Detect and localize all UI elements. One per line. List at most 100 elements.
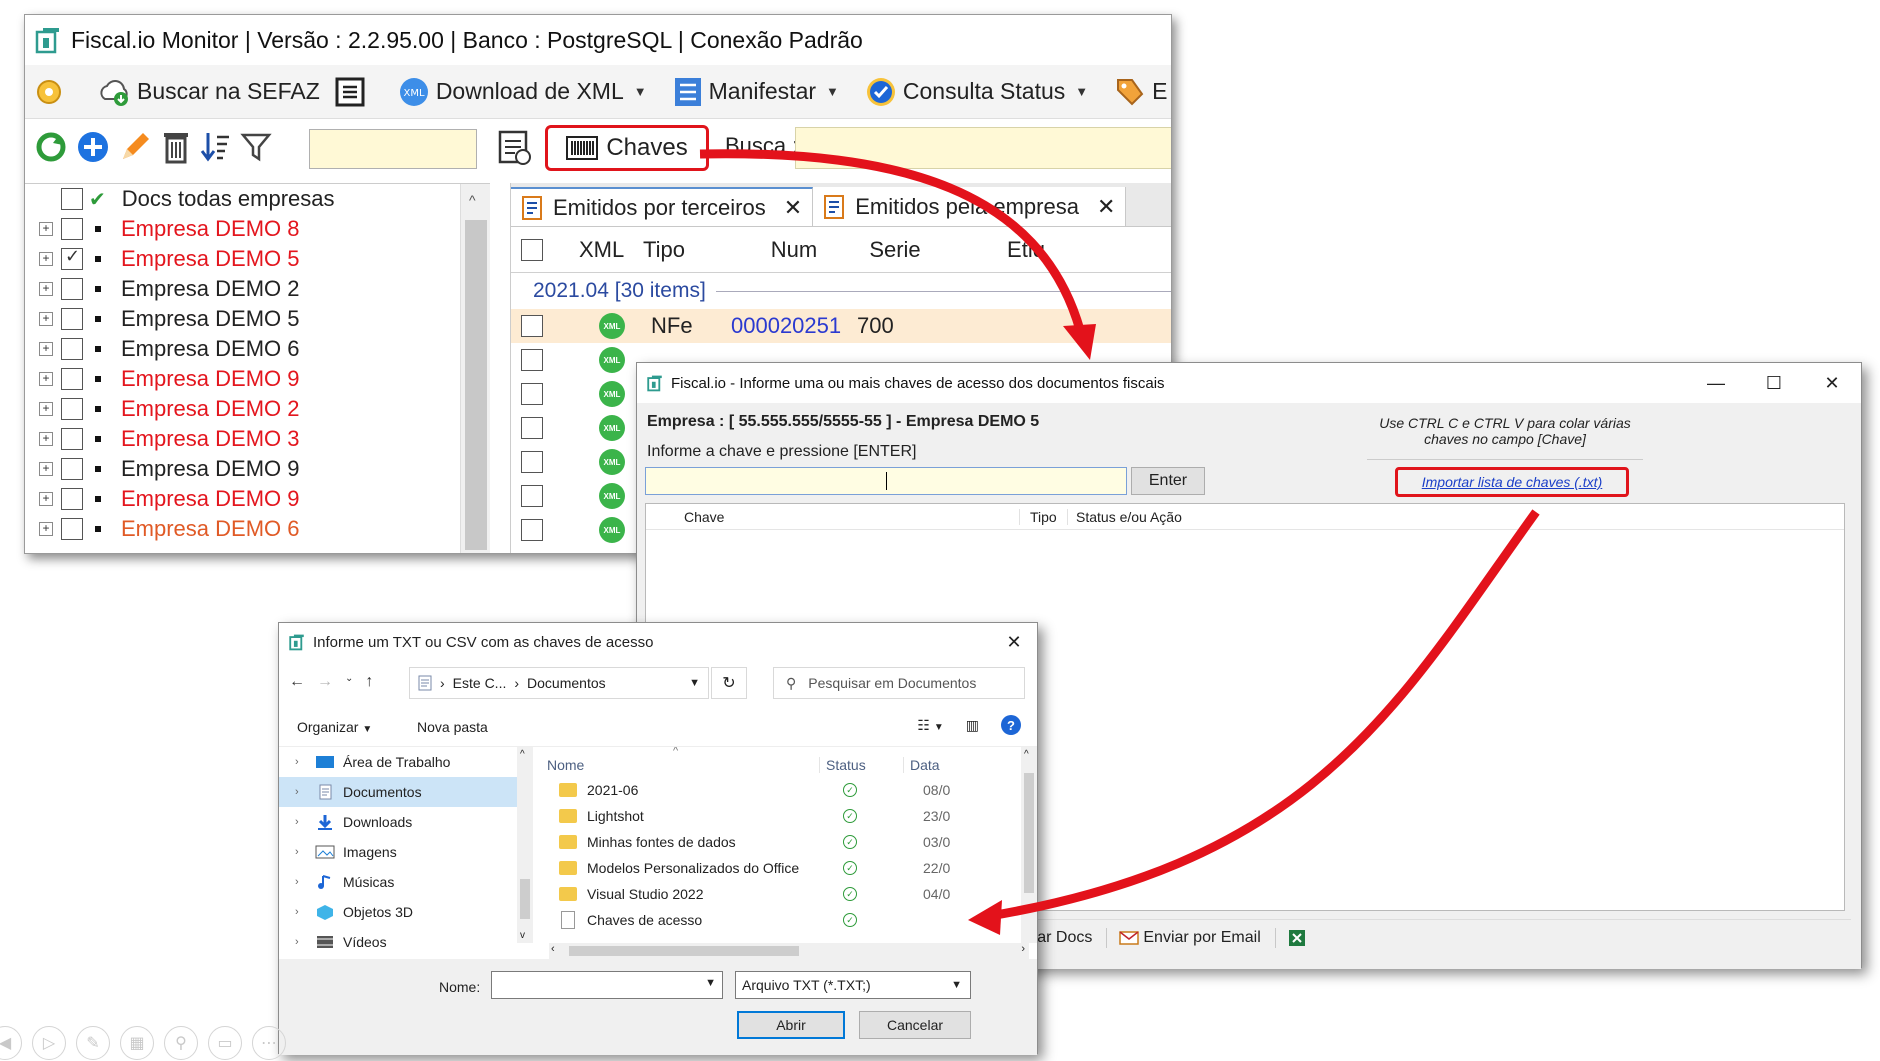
row-checkbox[interactable]	[521, 383, 543, 405]
col-status[interactable]: Status e/ou Ação	[1068, 509, 1182, 525]
download-xml-button[interactable]: XML Download de XML ▼	[398, 76, 647, 108]
expand-icon[interactable]: +	[39, 312, 53, 326]
row-checkbox[interactable]	[521, 349, 543, 371]
etiquetas-button[interactable]: E	[1114, 76, 1167, 108]
organizar-menu[interactable]: Organizar ▼	[297, 719, 372, 735]
tree-scrollbar[interactable]: ^	[460, 184, 490, 553]
expand-icon[interactable]: +	[39, 342, 53, 356]
file-row[interactable]: Modelos Personalizados do Office ✓ 22/0	[533, 855, 1027, 881]
tree-item[interactable]: + Empresa DEMO 2	[25, 394, 490, 424]
expand-icon[interactable]: +	[39, 432, 53, 446]
buscar-sefaz-button[interactable]: Buscar na SEFAZ	[97, 77, 320, 107]
search-field[interactable]: ⚲ Pesquisar em Documentos	[773, 667, 1025, 699]
expand-chevron-icon[interactable]: ›	[295, 786, 315, 798]
next-slide-icon[interactable]: ▷	[32, 1026, 66, 1060]
preview-pane-icon[interactable]: ▥	[966, 717, 979, 734]
expand-icon[interactable]: +	[39, 372, 53, 386]
file-row[interactable]: 2021-06 ✓ 08/0	[533, 777, 1027, 803]
tree-item[interactable]: + Empresa DEMO 2	[25, 274, 490, 304]
enter-button[interactable]: Enter	[1131, 467, 1205, 495]
tree-item[interactable]: + Empresa DEMO 3	[25, 424, 490, 454]
tree-item[interactable]: + Empresa DEMO 5	[25, 304, 490, 334]
nav-item[interactable]: › Imagens	[279, 837, 517, 867]
excel-button[interactable]	[1288, 929, 1310, 947]
consulta-status-button[interactable]: Consulta Status ▼	[865, 76, 1088, 108]
enviar-email-button[interactable]: Enviar por Email	[1119, 929, 1261, 947]
col-chave[interactable]: Chave	[684, 508, 1020, 525]
close-icon[interactable]: ✕	[1097, 194, 1115, 220]
xml-icon[interactable]: XML	[599, 347, 625, 373]
slides-icon[interactable]: ▦	[120, 1026, 154, 1060]
grid-row[interactable]: XML NFe 000020251 700	[511, 309, 1171, 343]
chevron-down-icon[interactable]: ▼	[705, 977, 716, 989]
nav-pane-scrollbar[interactable]: ^ v	[517, 747, 533, 943]
more-icon[interactable]: ⋯	[252, 1026, 286, 1060]
refresh-button[interactable]: ↻	[711, 667, 747, 699]
tab-emitidos-terceiros[interactable]: Emitidos por terceiros ✕	[511, 187, 814, 226]
xml-icon[interactable]: XML	[599, 313, 625, 339]
chaves-button[interactable]: Chaves	[545, 125, 709, 171]
tree-item-checkbox[interactable]	[61, 338, 83, 360]
pencil-icon[interactable]	[117, 129, 153, 165]
file-row[interactable]: Lightshot ✓ 23/0	[533, 803, 1027, 829]
address-bar[interactable]: › Este C... › Documentos ▼	[409, 667, 709, 699]
tree-root[interactable]: ✔ Docs todas empresas	[25, 184, 490, 214]
refresh-icon[interactable]	[33, 129, 69, 165]
nova-pasta-button[interactable]: Nova pasta	[417, 719, 488, 735]
nav-item[interactable]: › Documentos	[279, 777, 517, 807]
expand-icon[interactable]: +	[39, 492, 53, 506]
chevron-down-icon[interactable]: ▼	[689, 677, 700, 689]
tree-item-checkbox[interactable]	[61, 398, 83, 420]
tree-item-checkbox[interactable]	[61, 278, 83, 300]
col-data[interactable]: Data	[903, 757, 940, 773]
xml-icon[interactable]: XML	[599, 483, 625, 509]
manifestar-button[interactable]: Manifestar ▼	[673, 76, 839, 108]
col-serie[interactable]: Serie	[849, 237, 941, 263]
expand-chevron-icon[interactable]: ›	[295, 846, 315, 858]
tree-item[interactable]: + Empresa DEMO 8	[25, 214, 490, 244]
xml-icon[interactable]: XML	[599, 381, 625, 407]
busca-input[interactable]	[795, 127, 1171, 169]
abrir-button[interactable]: Abrir	[737, 1011, 845, 1039]
file-list-hscrollbar[interactable]: ‹ ›	[549, 943, 1029, 959]
row-checkbox[interactable]	[521, 315, 543, 337]
row-checkbox[interactable]	[521, 451, 543, 473]
pen-icon[interactable]: ✎	[76, 1026, 110, 1060]
tree-item-checkbox[interactable]: ✓	[61, 246, 83, 270]
file-row[interactable]: Chaves de acesso ✓	[533, 907, 1027, 933]
tree-root-checkbox[interactable]	[61, 188, 83, 210]
forward-arrow-icon[interactable]: →	[317, 673, 333, 691]
col-tipo[interactable]: Tipo	[643, 237, 739, 263]
col-etiq[interactable]: Etiq	[941, 237, 1111, 263]
tree-item-checkbox[interactable]	[61, 518, 83, 540]
expand-chevron-icon[interactable]: ›	[295, 906, 315, 918]
add-icon[interactable]	[75, 129, 111, 165]
tree-item-checkbox[interactable]	[61, 458, 83, 480]
tree-item-checkbox[interactable]	[61, 368, 83, 390]
chave-input[interactable]	[645, 467, 1127, 495]
zoom-icon[interactable]: ⚲	[164, 1026, 198, 1060]
expand-icon[interactable]: +	[39, 462, 53, 476]
row-checkbox[interactable]	[521, 519, 543, 541]
cancelar-button[interactable]: Cancelar	[859, 1011, 971, 1039]
recent-chevron-icon[interactable]: ⌄	[345, 673, 353, 691]
tree-item-checkbox[interactable]	[61, 218, 83, 240]
file-row[interactable]: Visual Studio 2022 ✓ 04/0	[533, 881, 1027, 907]
breadcrumb-este-computador[interactable]: Este C...	[453, 675, 507, 691]
import-keys-link[interactable]: Importar lista de chaves (.txt)	[1422, 474, 1603, 490]
tree-item[interactable]: + Empresa DEMO 6	[25, 514, 490, 544]
tree-item[interactable]: + Empresa DEMO 9	[25, 454, 490, 484]
nav-item[interactable]: › Músicas	[279, 867, 517, 897]
xml-icon[interactable]: XML	[599, 449, 625, 475]
group-row[interactable]: 2021.04 [30 items]	[511, 273, 1171, 309]
expand-chevron-icon[interactable]: ›	[295, 876, 315, 888]
row-checkbox[interactable]	[521, 417, 543, 439]
view-options-icon[interactable]: ☷ ▼	[917, 717, 943, 734]
close-icon[interactable]: ✕	[784, 195, 802, 221]
settings-button[interactable]	[33, 76, 71, 108]
maximize-button[interactable]: ☐	[1745, 363, 1803, 403]
up-arrow-icon[interactable]: ↑	[365, 673, 373, 691]
breadcrumb-documentos[interactable]: Documentos	[527, 675, 606, 691]
expand-chevron-icon[interactable]: ›	[295, 936, 315, 948]
tree-item[interactable]: + Empresa DEMO 6	[25, 334, 490, 364]
